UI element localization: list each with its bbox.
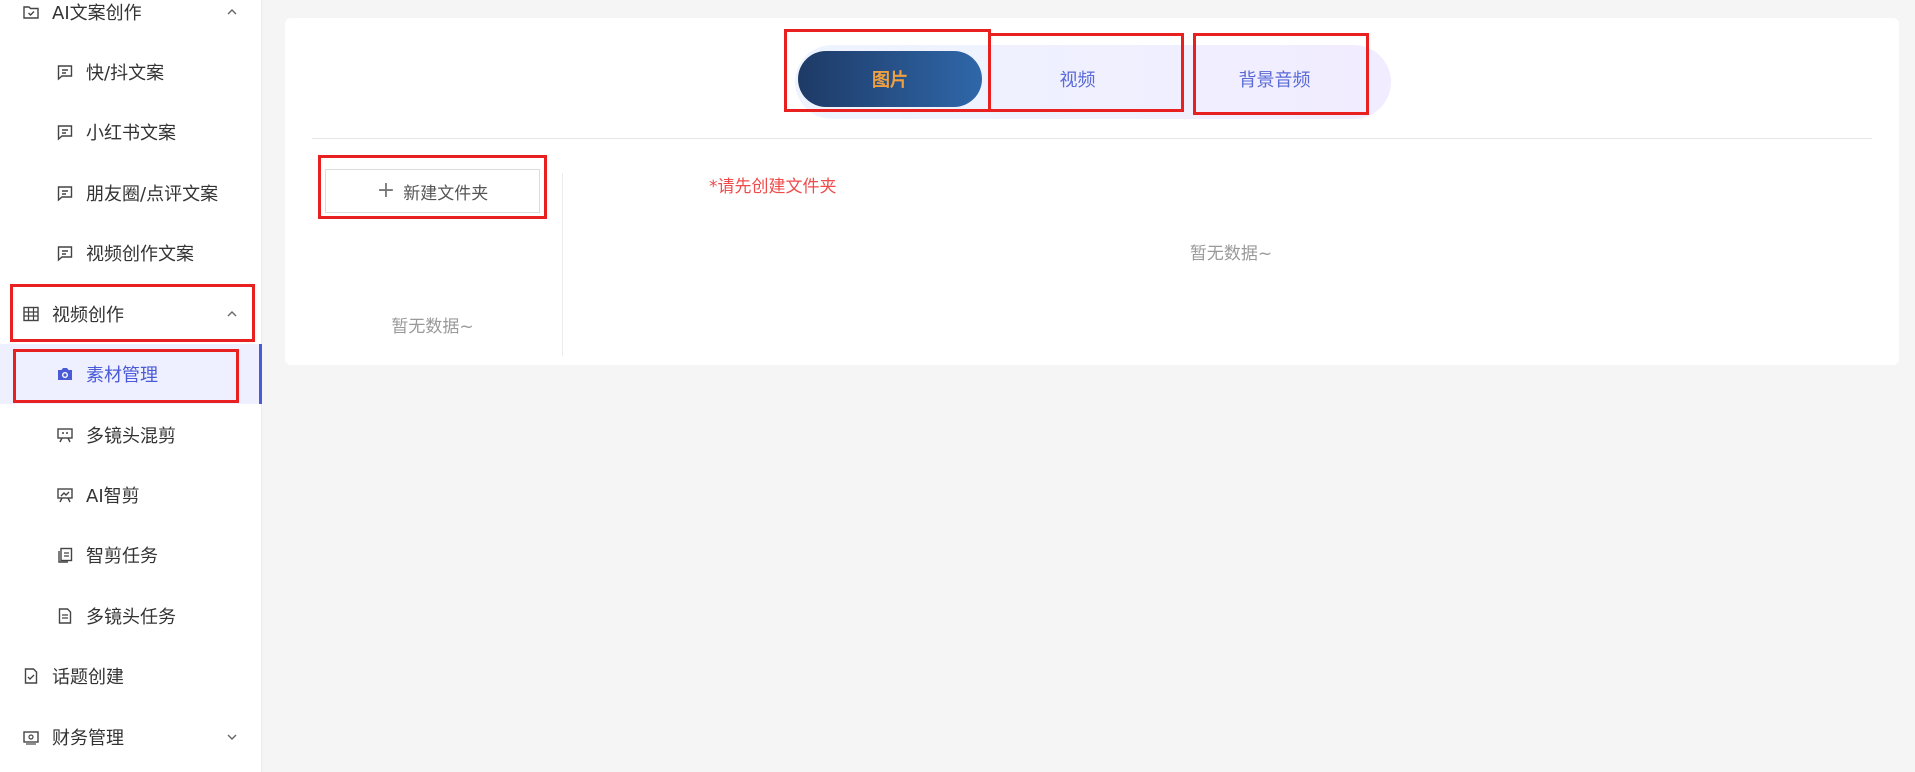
menu-label: 视频创作 xyxy=(52,305,124,326)
new-folder-button[interactable]: + 新建文件夹 xyxy=(325,169,540,213)
camera-icon xyxy=(56,365,74,383)
menu-label: 素材管理 xyxy=(86,365,158,386)
menu-label: 财务管理 xyxy=(52,728,124,749)
menu-label: 智剪任务 xyxy=(86,546,158,567)
menu-moments-copy[interactable]: 朋友圈/点评文案 xyxy=(0,163,262,223)
tab-background-audio[interactable]: 背景音频 xyxy=(1187,51,1362,107)
menu-label: 多镜头混剪 xyxy=(86,426,176,447)
menu-video-copy[interactable]: 视频创作文案 xyxy=(0,223,262,283)
menu-label: 朋友圈/点评文案 xyxy=(86,184,219,205)
plus-icon: + xyxy=(376,178,396,203)
material-panel: 图片 视频 背景音频 + 新建文件夹 暂无数据~ *请先创建文件夹 暂无数据~ xyxy=(285,18,1899,365)
content-empty: 暂无数据~ xyxy=(1189,244,1273,264)
folder-list-empty: 暂无数据~ xyxy=(391,317,474,337)
menu-finance-management[interactable]: 财务管理 xyxy=(0,707,262,767)
wallet-icon xyxy=(22,728,40,746)
menu-topic-creation[interactable]: 话题创建 xyxy=(0,646,262,706)
sidebar: AI文案创作 快/抖文案 小红书文案 朋友圈/点评文案 视频创作文案 视频创作 xyxy=(0,0,262,772)
tab-label: 背景音频 xyxy=(1238,70,1311,91)
menu-label: AI文案创作 xyxy=(52,3,142,24)
file-check-icon xyxy=(22,667,40,685)
message-square-icon xyxy=(56,244,74,262)
new-folder-label: 新建文件夹 xyxy=(403,183,489,204)
menu-label: 多镜头任务 xyxy=(86,607,176,628)
menu-ai-copywriting[interactable]: AI文案创作 xyxy=(0,0,262,42)
copy-doc-icon xyxy=(56,546,74,564)
divider xyxy=(312,138,1872,139)
tab-images[interactable]: 图片 xyxy=(798,51,982,107)
menu-label: AI智剪 xyxy=(86,486,140,507)
menu-video-creation[interactable]: 视频创作 xyxy=(0,284,262,344)
menu-xiaohongshu-copy[interactable]: 小红书文案 xyxy=(0,102,262,162)
menu-kuaidou-copy[interactable]: 快/抖文案 xyxy=(0,42,262,102)
chevron-down-icon[interactable] xyxy=(224,729,240,745)
menu-ai-smart-cut[interactable]: AI智剪 xyxy=(0,465,262,525)
film-grid-icon xyxy=(22,305,40,323)
menu-multi-lens-tasks[interactable]: 多镜头任务 xyxy=(0,586,262,646)
menu-label: 小红书文案 xyxy=(86,123,176,144)
message-square-icon xyxy=(56,184,74,202)
tab-label: 视频 xyxy=(1059,70,1096,91)
panel-divider xyxy=(562,173,563,356)
create-folder-hint: *请先创建文件夹 xyxy=(709,177,837,197)
presentation-icon xyxy=(56,426,74,444)
tab-videos[interactable]: 视频 xyxy=(985,51,1170,107)
message-square-icon xyxy=(56,63,74,81)
folder-check-icon xyxy=(22,3,40,21)
menu-smart-cut-tasks[interactable]: 智剪任务 xyxy=(0,525,262,585)
menu-material-management[interactable]: 素材管理 xyxy=(0,344,262,404)
chart-board-icon xyxy=(56,486,74,504)
menu-label: 快/抖文案 xyxy=(86,63,165,84)
menu-label: 视频创作文案 xyxy=(86,244,194,265)
document-icon xyxy=(56,607,74,625)
menu-multi-lens-mix[interactable]: 多镜头混剪 xyxy=(0,405,262,465)
chevron-up-icon[interactable] xyxy=(224,4,240,20)
tab-label: 图片 xyxy=(872,70,908,91)
chevron-up-icon[interactable] xyxy=(224,306,240,322)
menu-label: 话题创建 xyxy=(52,667,124,688)
message-square-icon xyxy=(56,123,74,141)
